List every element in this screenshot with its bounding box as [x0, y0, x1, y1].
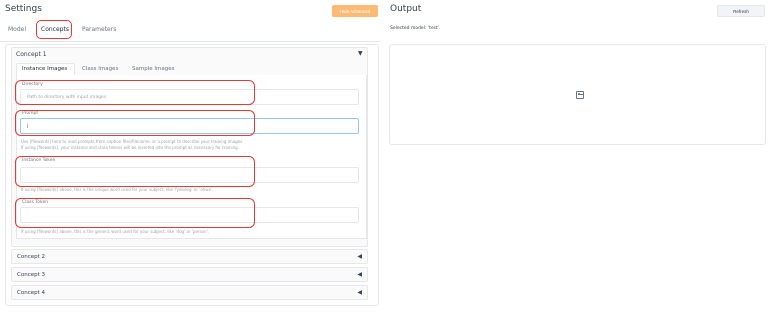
selected-model-text: Selected model: 'test'. [390, 26, 441, 31]
prompt-hint-1: Use [filewords] here to read prompts fro… [21, 139, 244, 144]
concept-3-accordion[interactable]: Concept 3 ◀ [11, 267, 368, 282]
tab-divider [0, 41, 380, 42]
tab-model[interactable]: Model [8, 26, 26, 33]
subtab-sample-images[interactable]: Sample Images [132, 66, 174, 72]
output-image-area [389, 44, 766, 145]
output-panel: Output Refresh Selected model: 'test'. [386, 0, 768, 317]
settings-title: Settings [5, 4, 42, 14]
settings-panel: Settings Hide Advanced Model Concepts Pa… [0, 0, 380, 317]
tab-parameters[interactable]: Parameters [82, 26, 116, 33]
image-icon [576, 91, 584, 99]
highlight-box-prompt [15, 110, 255, 136]
chevron-left-icon[interactable]: ◀ [357, 271, 362, 278]
subtab-class-images[interactable]: Class Images [82, 66, 118, 72]
concept-1-title[interactable]: Concept 1 [16, 51, 47, 58]
highlight-box-concepts-tab [36, 20, 72, 39]
concept-2-title: Concept 2 [17, 254, 45, 260]
highlight-box-directory [15, 80, 255, 105]
output-title: Output [390, 4, 422, 14]
chevron-down-icon[interactable]: ▼ [358, 50, 363, 57]
chevron-left-icon[interactable]: ◀ [357, 253, 362, 260]
concept-4-title: Concept 4 [17, 290, 45, 296]
hide-advanced-button[interactable]: Hide Advanced [332, 5, 378, 17]
refresh-button[interactable]: Refresh [717, 5, 765, 17]
class-token-hint: If using [filewords] above, this is the … [21, 229, 209, 234]
chevron-left-icon[interactable]: ◀ [357, 289, 362, 296]
concept-4-accordion[interactable]: Concept 4 ◀ [11, 285, 368, 300]
concept-2-accordion[interactable]: Concept 2 ◀ [11, 249, 368, 264]
instance-token-hint: If using [filewords] above, this is the … [21, 187, 214, 192]
prompt-hint-2: If using [filewords], your instance and … [21, 145, 239, 150]
concept-3-title: Concept 3 [17, 272, 45, 278]
highlight-box-class-token [15, 198, 255, 228]
highlight-box-instance-token [15, 156, 255, 187]
subtab-instance-images[interactable]: Instance Images [22, 66, 67, 72]
